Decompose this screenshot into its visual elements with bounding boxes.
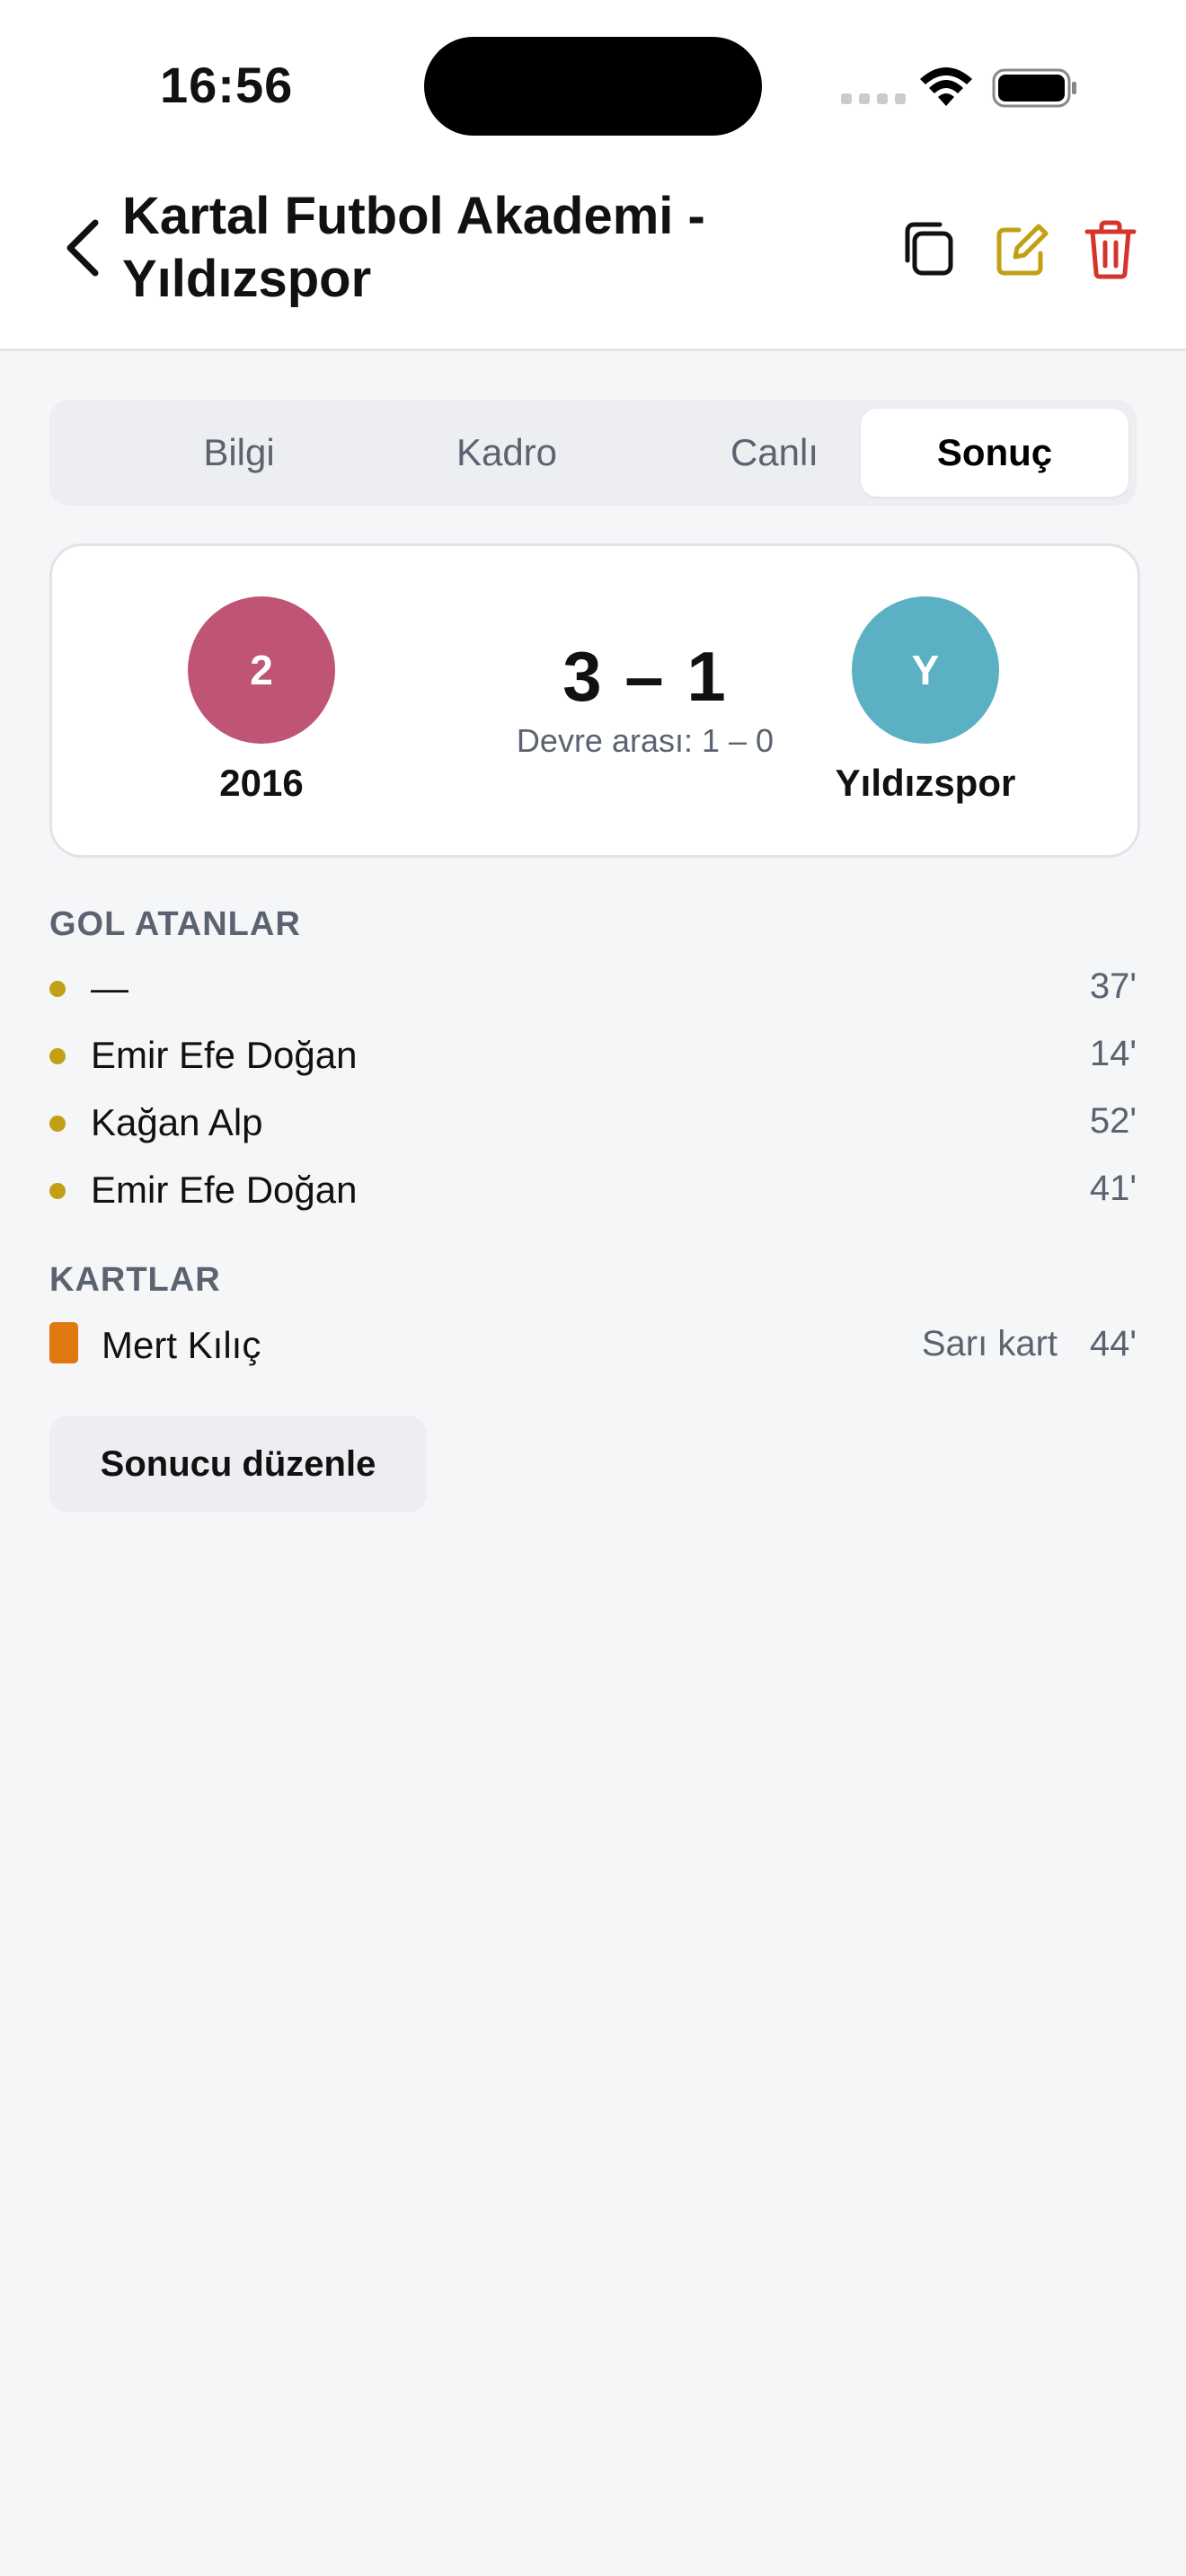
score-card: 2 2016 3 – 1 Devre arası: 1 – 0 Y Yıldız… <box>49 543 1140 858</box>
goal-row: Kağan Alp 52' <box>49 1094 1137 1148</box>
card-minute: 44' <box>1089 1324 1137 1363</box>
card-player: Mert Kılıç <box>102 1324 261 1366</box>
halftime-score: Devre arası: 1 – 0 <box>516 722 774 759</box>
dynamic-island <box>424 37 762 136</box>
yellow-card-icon <box>49 1322 78 1363</box>
tab-bar: Bilgi Kadro Canlı Sonuç <box>49 400 1137 506</box>
goal-minute: 52' <box>1089 1101 1137 1141</box>
status-bar: 16:56 <box>0 0 1186 171</box>
status-time: 16:56 <box>160 57 294 113</box>
cards-section-title: KARTLAR <box>49 1261 221 1299</box>
goal-scorer: Kağan Alp <box>91 1101 263 1143</box>
page-title: Kartal Futbol Akademi - Yıldızspor <box>122 187 705 308</box>
copy-icon[interactable] <box>900 219 958 280</box>
goal-row: Emir Efe Doğan 41' <box>49 1161 1137 1215</box>
goal-minute: 37' <box>1089 966 1137 1006</box>
goal-row: — 37' <box>49 959 1137 1013</box>
trash-icon[interactable] <box>1082 219 1139 280</box>
goal-dot-icon <box>49 1116 66 1132</box>
card-row: Mert Kılıç Sarı kart 44' <box>49 1317 1137 1371</box>
tab-kadro[interactable]: Kadro <box>373 409 641 497</box>
goal-dot-icon <box>49 1048 66 1064</box>
match-score: 3 – 1 <box>562 637 728 716</box>
tab-bilgi[interactable]: Bilgi <box>105 409 373 497</box>
wifi-icon <box>920 67 972 106</box>
away-team-name: Yıldızspor <box>835 762 1016 804</box>
tab-sonuc[interactable]: Sonuç <box>861 409 1128 497</box>
card-type: Sarı kart <box>921 1324 1058 1363</box>
edit-result-button[interactable]: Sonucu düzenle <box>49 1416 427 1513</box>
goal-scorer: — <box>91 966 128 1009</box>
edit-icon[interactable] <box>992 219 1049 280</box>
goal-minute: 14' <box>1089 1034 1137 1073</box>
away-team-avatar: Y <box>852 596 999 744</box>
battery-icon <box>992 68 1076 108</box>
goal-minute: 41' <box>1089 1169 1137 1208</box>
home-team-avatar: 2 <box>188 596 335 744</box>
goal-dot-icon <box>49 1183 66 1199</box>
cellular-signal-icon <box>841 93 913 106</box>
goal-row: Emir Efe Doğan 14' <box>49 1027 1137 1081</box>
chevron-left-icon[interactable] <box>58 216 108 280</box>
home-team-name: 2016 <box>219 762 304 804</box>
goal-scorer: Emir Efe Doğan <box>91 1034 358 1076</box>
goal-scorer: Emir Efe Doğan <box>91 1169 358 1211</box>
goals-section-title: GOL ATANLAR <box>49 905 301 943</box>
goal-dot-icon <box>49 981 66 997</box>
